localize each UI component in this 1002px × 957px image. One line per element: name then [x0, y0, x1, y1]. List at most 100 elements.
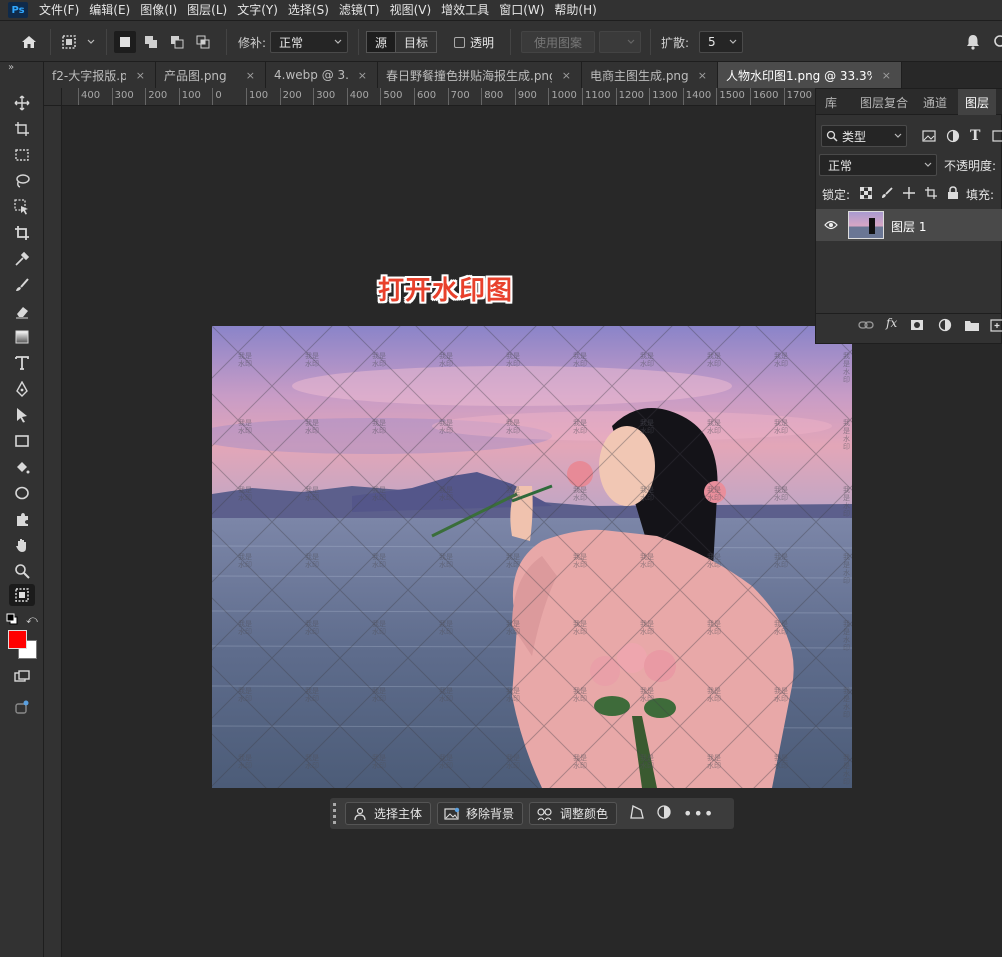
notifications-button[interactable] [964, 21, 982, 63]
document-tab[interactable]: 春日野餐撞色拼贴海报生成.png × [378, 62, 582, 88]
zoom-tool[interactable] [9, 560, 35, 582]
path-selection-tool[interactable] [9, 404, 35, 426]
overlay-title: 打开水印图 [378, 276, 514, 306]
tab-channels[interactable]: 通道 [918, 89, 952, 115]
document-tab[interactable]: 电商主图生成.png × [582, 62, 718, 88]
home-button[interactable] [20, 21, 38, 63]
hand-tool[interactable] [9, 534, 35, 556]
lasso-tool[interactable] [9, 170, 35, 192]
filter-shape-layers-button[interactable] [992, 129, 1002, 146]
menu-item[interactable]: 帮助(H) [549, 0, 601, 20]
remove-background-button[interactable]: 移除背景 [437, 802, 524, 825]
artboard-icon [15, 122, 29, 136]
source-button[interactable]: 源 [366, 31, 397, 53]
document-tab[interactable]: 产品图.png × [156, 62, 266, 88]
custom-shape-tool[interactable] [9, 508, 35, 530]
pattern-picker[interactable] [599, 31, 641, 53]
menu-item[interactable]: 图层(L) [182, 0, 232, 20]
document-tab[interactable]: 4.webp @ 3... × [266, 62, 378, 88]
eraser-tool[interactable] [9, 300, 35, 322]
lock-transparent-pixels-button[interactable] [859, 186, 873, 202]
new-layer-button[interactable] [990, 318, 1002, 335]
menu-item[interactable]: 图像(I) [135, 0, 182, 20]
patch-tool[interactable] [9, 584, 35, 606]
visibility-toggle[interactable] [824, 219, 838, 234]
close-icon[interactable]: × [136, 69, 145, 82]
tool-preset-picker[interactable] [60, 21, 96, 63]
adjustment-button[interactable] [657, 805, 671, 822]
crop-tool[interactable] [9, 222, 35, 244]
filter-adjustment-layers-button[interactable] [946, 129, 960, 146]
watermark-line: 我是 [506, 687, 520, 695]
filter-type-layers-icon[interactable]: T [970, 128, 980, 144]
new-selection-button[interactable] [114, 31, 136, 53]
link-layers-button[interactable] [858, 318, 874, 335]
menu-item[interactable]: 滤镜(T) [334, 0, 385, 20]
close-icon[interactable]: × [562, 69, 571, 82]
new-group-button[interactable] [964, 318, 980, 335]
default-colors-button[interactable] [6, 613, 18, 628]
panel-collapse-icon[interactable]: » [8, 62, 14, 73]
subtract-selection-button[interactable] [166, 31, 188, 53]
lock-artboard-button[interactable] [925, 187, 937, 202]
layer-filter-select[interactable]: 类型 [821, 125, 907, 147]
add-selection-button[interactable] [140, 31, 162, 53]
layer-style-fx-icon[interactable]: fx [886, 316, 897, 330]
adjust-color-button[interactable]: 调整颜色 [529, 802, 618, 825]
tab-layer-comps[interactable]: 图层复合 [854, 89, 914, 115]
artboard-tool[interactable] [9, 118, 35, 140]
watermarked-photo[interactable]: 我是 水印 我是 水印 我是 水印 我是 水印 我是 水印 我是 水印 我是 水印 我是 水印 我是 水印 我是 水印… [212, 326, 852, 788]
target-button[interactable]: 目标 [396, 31, 438, 53]
lock-image-pixels-button[interactable] [881, 187, 893, 202]
swap-colors-icon[interactable]: ⤺ [26, 613, 38, 627]
quick-mask-button[interactable] [9, 696, 35, 718]
menu-item[interactable]: 视图(V) [385, 0, 437, 20]
menu-item[interactable]: 窗口(W) [494, 0, 549, 20]
document-tab[interactable]: f2-大字报版.psd × [44, 62, 156, 88]
eyedropper-tool[interactable] [9, 248, 35, 270]
close-icon[interactable]: × [358, 69, 367, 82]
marquee-tool[interactable] [9, 144, 35, 166]
edit-toolbar-button[interactable] [9, 666, 35, 688]
lock-all-button[interactable] [947, 186, 959, 202]
filter-pixel-layers-button[interactable] [922, 129, 936, 146]
tab-layers[interactable]: 图层 [958, 89, 996, 115]
tab-libraries[interactable]: 库 [816, 89, 846, 115]
document-tab[interactable]: 人物水印图1.png @ 33.3% (图层 1, RGB/8#) × [718, 62, 902, 88]
diffusion-select[interactable]: 5 [699, 31, 743, 53]
foreground-color-swatch[interactable] [8, 630, 27, 649]
more-options-icon[interactable]: ••• [683, 804, 714, 823]
layer-name[interactable]: 图层 1 [891, 218, 926, 235]
transform-button[interactable] [629, 804, 645, 823]
rectangle-tool[interactable] [9, 430, 35, 452]
brush-tool[interactable] [9, 274, 35, 296]
gradient-tool[interactable] [9, 326, 35, 348]
menu-item[interactable]: 选择(S) [283, 0, 334, 20]
close-icon[interactable]: × [246, 69, 255, 82]
lock-position-button[interactable] [903, 187, 915, 202]
object-selection-tool[interactable] [9, 196, 35, 218]
pen-tool[interactable] [9, 378, 35, 400]
move-tool[interactable] [9, 92, 35, 114]
type-tool[interactable] [9, 352, 35, 374]
new-adjustment-layer-button[interactable] [938, 318, 952, 335]
blend-mode-select[interactable]: 正常 [819, 154, 937, 176]
close-icon[interactable]: × [698, 69, 707, 82]
close-icon[interactable]: × [882, 69, 891, 82]
repair-mode-select[interactable]: 正常 [270, 31, 348, 53]
transparent-checkbox[interactable] [454, 36, 465, 48]
menu-item[interactable]: 增效工具 [436, 0, 494, 20]
menu-item[interactable]: 文件(F) [34, 0, 84, 20]
layer-row[interactable]: 图层 1 [816, 209, 1002, 241]
photoshop-logo[interactable]: Ps [8, 2, 28, 18]
add-mask-button[interactable] [910, 318, 924, 335]
search-button[interactable] [992, 21, 1002, 63]
intersect-selection-button[interactable] [192, 31, 214, 53]
paint-bucket-tool[interactable] [9, 456, 35, 478]
menu-item[interactable]: 文字(Y) [232, 0, 283, 20]
ellipse-tool[interactable] [9, 482, 35, 504]
use-pattern-button[interactable]: 使用图案 [521, 31, 596, 53]
select-subject-button[interactable]: 选择主体 [345, 802, 432, 825]
menu-item[interactable]: 编辑(E) [84, 0, 135, 20]
drag-handle[interactable] [333, 802, 339, 825]
